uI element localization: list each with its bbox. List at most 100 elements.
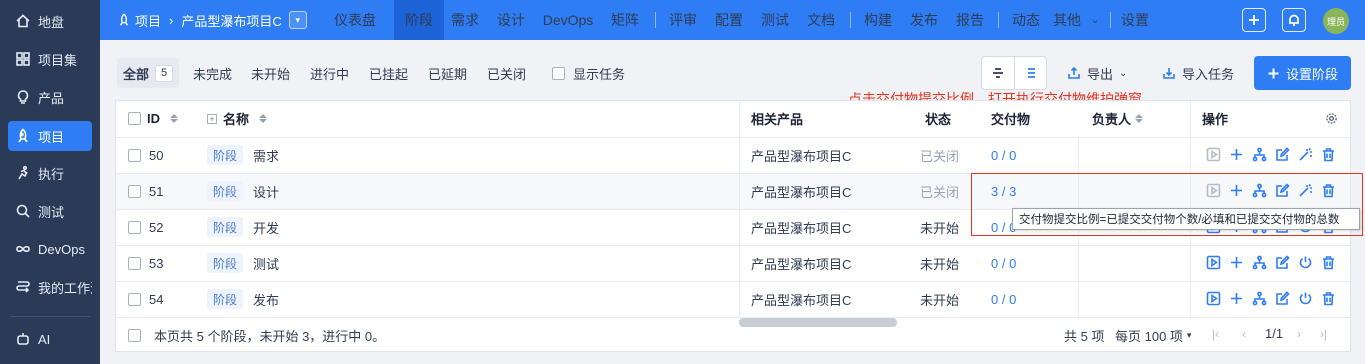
start-icon[interactable]: [1206, 291, 1221, 306]
row-checkbox[interactable]: [128, 184, 141, 198]
filter-doing[interactable]: 进行中: [310, 58, 349, 88]
plus-icon[interactable]: [1229, 291, 1244, 306]
first-page-icon[interactable]: |‹: [1212, 327, 1219, 341]
expand-all-icon[interactable]: +: [207, 113, 217, 124]
set-stage-button[interactable]: 设置阶段: [1254, 56, 1351, 90]
start-icon[interactable]: [1206, 147, 1221, 162]
magic-icon[interactable]: [1298, 147, 1313, 162]
trash-icon[interactable]: [1321, 147, 1336, 162]
deliverable-ratio-link[interactable]: 0 / 0: [991, 245, 1016, 281]
nav-config[interactable]: 配置: [708, 0, 750, 40]
sidebar-item-workflow[interactable]: 我的工作流: [8, 272, 92, 302]
filter-suspended[interactable]: 已挂起: [369, 58, 408, 88]
nav-other[interactable]: 其他: [1053, 0, 1089, 40]
split-icon[interactable]: [1252, 255, 1267, 270]
trash-icon[interactable]: [1321, 255, 1336, 270]
sidebar-item-ai[interactable]: AI: [8, 324, 92, 354]
import-task-button[interactable]: 导入任务: [1162, 58, 1234, 88]
sort-icon[interactable]: [170, 114, 178, 123]
last-page-icon[interactable]: ›|: [1320, 327, 1327, 341]
prev-page-icon[interactable]: ‹: [1242, 327, 1246, 341]
sidebar-item-execution[interactable]: 执行: [8, 158, 92, 188]
notification-button[interactable]: [1282, 8, 1306, 32]
header-id[interactable]: ID: [128, 100, 178, 137]
start-icon[interactable]: [1206, 255, 1221, 270]
row-id: 52: [128, 209, 163, 245]
list-view-button[interactable]: [1013, 57, 1046, 89]
sidebar-item-product[interactable]: 产品: [8, 82, 92, 112]
deliverable-ratio-link[interactable]: 0 / 0: [991, 137, 1016, 173]
stage-name-link[interactable]: 开发: [253, 218, 279, 237]
nav-release[interactable]: 发布: [903, 0, 945, 40]
next-page-icon[interactable]: ›: [1297, 327, 1301, 341]
nav-matrix[interactable]: 矩阵: [604, 0, 646, 40]
chevron-down-icon[interactable]: ▾: [288, 11, 307, 29]
nav-dashboard[interactable]: 仪表盘: [324, 0, 386, 40]
nav-doc[interactable]: 文档: [800, 0, 842, 40]
row-checkbox[interactable]: [128, 148, 141, 162]
show-tasks-toggle[interactable]: 显示任务: [552, 58, 625, 88]
edit-icon[interactable]: [1275, 255, 1290, 270]
row-checkbox[interactable]: [128, 292, 141, 306]
nav-build[interactable]: 构建: [857, 0, 899, 40]
sidebar-divider: [10, 316, 90, 317]
filter-all[interactable]: 全部 5: [117, 58, 180, 88]
edit-icon[interactable]: [1275, 147, 1290, 162]
sidebar-item-test[interactable]: 测试: [8, 196, 92, 226]
gantt-view-button[interactable]: [982, 57, 1014, 89]
split-icon[interactable]: [1252, 291, 1267, 306]
header-status[interactable]: 状态: [925, 100, 951, 137]
export-button[interactable]: 导出 ⌄: [1067, 58, 1127, 88]
nav-design[interactable]: 设计: [490, 0, 532, 40]
filter-delayed[interactable]: 已延期: [428, 58, 467, 88]
row-checkbox[interactable]: [128, 256, 141, 270]
chevron-down-icon[interactable]: ⌄: [1088, 0, 1102, 40]
split-icon[interactable]: [1252, 147, 1267, 162]
show-tasks-checkbox[interactable]: [552, 66, 565, 80]
sidebar-item-devops[interactable]: DevOps: [8, 234, 92, 264]
power-icon[interactable]: [1298, 291, 1313, 306]
header-product: 相关产品: [751, 112, 804, 127]
header-owner[interactable]: 负责人: [1092, 100, 1144, 137]
row-actions: [1206, 291, 1336, 306]
nav-stage[interactable]: 阶段: [394, 0, 444, 40]
power-icon[interactable]: [1298, 255, 1313, 270]
page-size-select[interactable]: 每页 100 项 ▾: [1115, 326, 1191, 345]
stage-name-link[interactable]: 设计: [253, 182, 279, 201]
footer-checkbox[interactable]: [128, 329, 141, 342]
row-checkbox[interactable]: [128, 220, 141, 234]
nav-story[interactable]: 需求: [444, 0, 486, 40]
edit-icon[interactable]: [1275, 291, 1290, 306]
sort-icon[interactable]: [259, 114, 268, 123]
plus-icon[interactable]: [1229, 147, 1244, 162]
trash-icon[interactable]: [1321, 291, 1336, 306]
header-name[interactable]: + 名称: [207, 100, 268, 137]
sort-icon[interactable]: [1135, 114, 1144, 123]
breadcrumb-project[interactable]: 产品型瀑布项目C: [181, 11, 281, 30]
export-label: 导出: [1087, 66, 1114, 82]
breadcrumb-root[interactable]: 项目: [135, 11, 161, 30]
header-actions: 操作: [1202, 112, 1229, 127]
horizontal-scrollbar[interactable]: [739, 318, 897, 327]
sidebar-item-project[interactable]: 项目: [8, 121, 92, 151]
nav-review[interactable]: 评审: [662, 0, 704, 40]
filter-closed[interactable]: 已关闭: [487, 58, 526, 88]
stage-name-link[interactable]: 需求: [253, 146, 279, 165]
select-all-checkbox[interactable]: [128, 112, 141, 125]
deliverable-ratio-link[interactable]: 0 / 0: [991, 281, 1016, 317]
sidebar-item-home[interactable]: 地盘: [8, 6, 92, 36]
stage-name-link[interactable]: 测试: [253, 254, 279, 273]
nav-devops[interactable]: DevOps: [536, 0, 600, 40]
nav-settings[interactable]: 设置: [1114, 0, 1156, 40]
nav-test[interactable]: 测试: [754, 0, 796, 40]
settings-icon[interactable]: [1325, 100, 1338, 137]
nav-report[interactable]: 报告: [949, 0, 991, 40]
nav-dynamic[interactable]: 动态: [1005, 0, 1047, 40]
plus-icon[interactable]: [1229, 255, 1244, 270]
stage-name-link[interactable]: 发布: [253, 290, 279, 309]
filter-undone[interactable]: 未完成: [193, 58, 232, 88]
filter-wait[interactable]: 未开始: [251, 58, 290, 88]
sidebar-item-program[interactable]: 项目集: [8, 44, 92, 74]
avatar[interactable]: 理员: [1323, 8, 1349, 34]
add-button[interactable]: [1242, 8, 1266, 32]
